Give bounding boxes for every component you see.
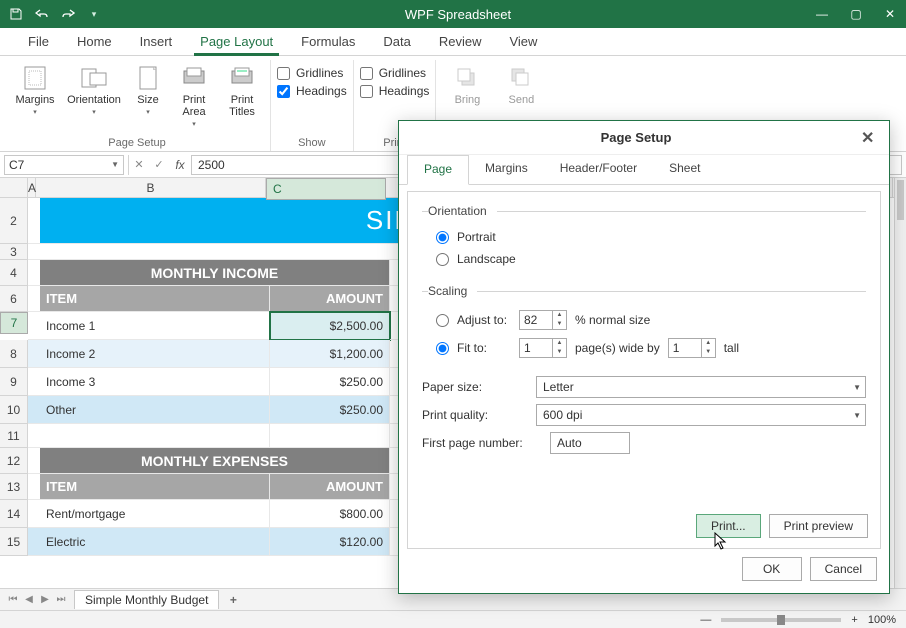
size-button[interactable]: Size▾: [128, 62, 168, 118]
ribbon-group-title: Page Setup: [10, 135, 264, 151]
close-icon[interactable]: ✕: [882, 7, 898, 21]
send-icon: [506, 64, 536, 92]
zoom-slider[interactable]: [721, 618, 841, 622]
dialog-tab-margins[interactable]: Margins: [469, 155, 544, 184]
tab-review[interactable]: Review: [425, 28, 496, 55]
print-area-icon: [179, 64, 209, 92]
print-area-button[interactable]: Print Area▾: [172, 62, 216, 130]
undo-icon[interactable]: [34, 6, 50, 22]
cancel-edit-icon[interactable]: ✕: [129, 158, 149, 171]
ribbon-group-page-setup: Margins▾ Orientation▾ Size▾ Print Area▾ …: [4, 60, 271, 151]
maximize-icon[interactable]: ▢: [848, 7, 864, 21]
paper-size-select[interactable]: Letter▼: [536, 376, 866, 398]
portrait-radio[interactable]: [436, 231, 449, 244]
bring-button[interactable]: Bring: [442, 62, 492, 108]
redo-icon[interactable]: [60, 6, 76, 22]
print-headings-checkbox[interactable]: Headings: [360, 84, 430, 98]
zoom-out-icon[interactable]: —: [700, 614, 711, 626]
dialog-tab-header-footer[interactable]: Header/Footer: [544, 155, 653, 184]
landscape-radio[interactable]: [436, 253, 449, 266]
zoom-label: 100%: [868, 614, 896, 626]
show-gridlines-checkbox[interactable]: Gridlines: [277, 66, 347, 80]
size-icon: [133, 64, 163, 92]
dialog-title: Page Setup: [411, 130, 861, 145]
minimize-icon[interactable]: —: [814, 7, 830, 21]
col-header-C[interactable]: C: [266, 178, 386, 200]
ok-button[interactable]: OK: [742, 557, 802, 581]
print-titles-icon: [227, 64, 257, 92]
select-all-corner[interactable]: [0, 178, 28, 197]
sheet-nav-first-icon[interactable]: ⏮: [6, 594, 20, 605]
print-quality-select[interactable]: 600 dpi▼: [536, 404, 866, 426]
bring-icon: [452, 64, 482, 92]
tab-formulas[interactable]: Formulas: [287, 28, 369, 55]
orientation-button[interactable]: Orientation▾: [64, 62, 124, 118]
adjust-to-spinner[interactable]: 82▲▼: [519, 310, 567, 330]
tab-file[interactable]: File: [14, 28, 63, 55]
print-gridlines-checkbox[interactable]: Gridlines: [360, 66, 430, 80]
sheet-tab[interactable]: Simple Monthly Budget: [74, 590, 219, 609]
print-titles-button[interactable]: Print Titles: [220, 62, 264, 120]
app-title: WPF Spreadsheet: [102, 7, 814, 22]
chevron-down-icon[interactable]: ▼: [111, 160, 119, 169]
send-button[interactable]: Send: [496, 62, 546, 108]
print-button[interactable]: Print...: [696, 514, 761, 538]
tab-home[interactable]: Home: [63, 28, 126, 55]
sheet-nav-last-icon[interactable]: ⏭: [54, 594, 68, 605]
row-header[interactable]: 2: [0, 198, 28, 244]
page-setup-dialog: Page Setup ✕ Page Margins Header/Footer …: [398, 120, 890, 594]
zoom-in-icon[interactable]: +: [851, 614, 857, 626]
tab-insert[interactable]: Insert: [126, 28, 187, 55]
margins-icon: [20, 64, 50, 92]
add-sheet-button[interactable]: +: [223, 593, 243, 607]
col-header-B[interactable]: B: [36, 178, 266, 197]
name-box[interactable]: C7 ▼: [4, 155, 124, 175]
status-bar: — + 100%: [0, 610, 906, 628]
orientation-fieldset: Orientation Portrait Landscape: [422, 204, 866, 274]
dialog-close-icon[interactable]: ✕: [861, 128, 877, 148]
margins-button[interactable]: Margins▾: [10, 62, 60, 118]
sheet-nav-next-icon[interactable]: ▶: [38, 594, 52, 605]
section-header-income[interactable]: MONTHLY INCOME: [40, 260, 390, 286]
ribbon-tabs: File Home Insert Page Layout Formulas Da…: [0, 28, 906, 56]
adjust-to-radio[interactable]: [436, 314, 449, 327]
ribbon-group-show: Gridlines Headings Show: [271, 60, 354, 151]
vertical-scrollbar[interactable]: [894, 178, 906, 588]
confirm-edit-icon[interactable]: ✓: [149, 158, 169, 171]
tab-page-layout[interactable]: Page Layout: [186, 28, 287, 55]
qat-dropdown-icon[interactable]: ▾: [86, 6, 102, 22]
dialog-tab-page[interactable]: Page: [407, 155, 469, 185]
title-bar: ▾ WPF Spreadsheet — ▢ ✕: [0, 0, 906, 28]
fit-tall-spinner[interactable]: 1▲▼: [668, 338, 716, 358]
active-cell[interactable]: $2,500.00: [270, 312, 390, 340]
show-headings-checkbox[interactable]: Headings: [277, 84, 347, 98]
tab-data[interactable]: Data: [369, 28, 424, 55]
col-header-A[interactable]: A: [28, 178, 36, 197]
cell-item[interactable]: Income 1: [40, 312, 270, 340]
sheet-nav-prev-icon[interactable]: ◀: [22, 594, 36, 605]
scaling-fieldset: Scaling Adjust to: 82▲▼ % normal size Fi…: [422, 284, 866, 366]
fx-icon[interactable]: fx: [169, 158, 191, 172]
dialog-tab-sheet[interactable]: Sheet: [653, 155, 716, 184]
section-header-expenses[interactable]: MONTHLY EXPENSES: [40, 448, 390, 474]
fit-to-radio[interactable]: [436, 342, 449, 355]
fit-wide-spinner[interactable]: 1▲▼: [519, 338, 567, 358]
save-icon[interactable]: [8, 6, 24, 22]
first-page-input[interactable]: Auto: [550, 432, 630, 454]
tab-view[interactable]: View: [495, 28, 551, 55]
orientation-icon: [79, 64, 109, 92]
cancel-button[interactable]: Cancel: [810, 557, 877, 581]
print-preview-button[interactable]: Print preview: [769, 514, 868, 538]
